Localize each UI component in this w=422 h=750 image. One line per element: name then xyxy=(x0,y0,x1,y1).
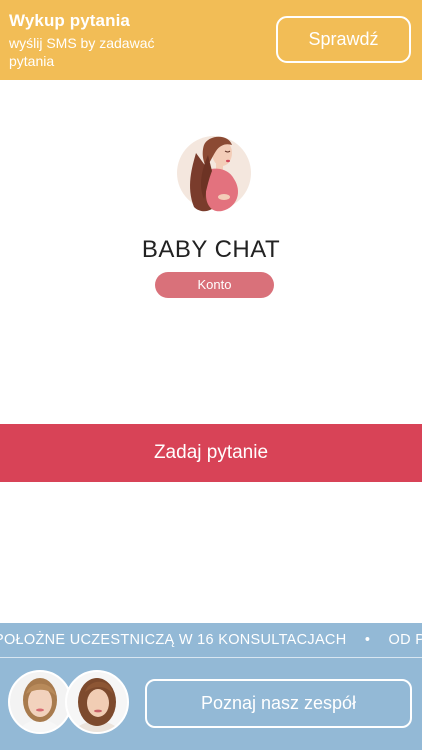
app-title: BABY CHAT xyxy=(141,236,281,263)
banner-subtitle: wyślij SMS by zadawać pytania xyxy=(9,35,155,69)
ticker-item: POŁOŻNE UCZESTNICZĄ W 16 KONSULTACJACH xyxy=(0,632,347,648)
purchase-banner: Wykup pytania wyślij SMS by zadawać pyta… xyxy=(0,0,422,80)
meet-team-button[interactable]: Poznaj nasz zespół xyxy=(145,679,412,728)
ticker-separator: • xyxy=(364,632,371,648)
check-button[interactable]: Sprawdź xyxy=(276,16,411,63)
news-ticker: POŁOŻNE UCZESTNICZĄ W 16 KONSULTACJACH •… xyxy=(0,623,422,658)
team-member-avatar[interactable] xyxy=(8,670,72,734)
team-member-avatar[interactable] xyxy=(65,670,129,734)
banner-title: Wykup pytania xyxy=(9,11,130,30)
account-button[interactable]: Konto xyxy=(155,272,274,298)
ask-question-button[interactable]: Zadaj pytanie xyxy=(0,424,422,482)
pregnant-woman-icon xyxy=(176,135,252,215)
ticker-item: OD PO xyxy=(388,632,422,648)
